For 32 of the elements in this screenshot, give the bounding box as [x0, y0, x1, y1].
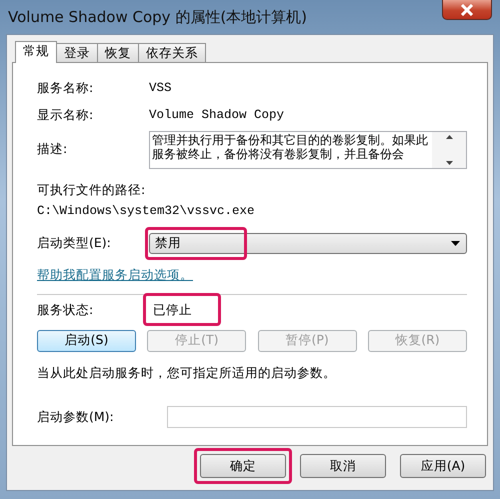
- service-control-button[interactable]: 启动(S): [37, 330, 136, 352]
- dropdown-value: 禁用: [154, 234, 182, 252]
- field-label: 启动类型(E):: [37, 234, 112, 252]
- scroll-down-icon[interactable]: [446, 160, 452, 164]
- parameters-field[interactable]: [167, 406, 467, 428]
- close-button[interactable]: [442, 0, 492, 20]
- close-icon: [460, 4, 474, 16]
- tab[interactable]: 登录: [56, 43, 98, 62]
- dialog-button[interactable]: 确定: [200, 454, 286, 478]
- path-value: C:\Windows\system32\vssvc.exe: [37, 203, 256, 220]
- status-value: 已停止: [152, 302, 193, 317]
- help-link[interactable]: 帮助我配置服务启动选项。: [37, 266, 193, 285]
- description-text: 管理并执行用于备份和其它目的的卷影复制。如果此服务被终止，备份将没有卷影复制，并且备份会: [151, 132, 429, 162]
- field-label: 启动参数(M):: [37, 408, 114, 426]
- window-title: Volume Shadow Copy 的属性(本地计算机): [7, 7, 308, 28]
- scroll-up-icon[interactable]: [446, 134, 452, 138]
- field-value: Volume Shadow Copy: [149, 106, 284, 124]
- start-hint: 当从此处启动服务时，您可指定所适用的启动参数。: [37, 364, 337, 382]
- tab[interactable]: 依存关系: [138, 43, 206, 62]
- description-box[interactable]: 管理并执行用于备份和其它目的的卷影复制。如果此服务被终止，备份将没有卷影复制，并且备份会: [149, 130, 467, 168]
- field-label: 描述:: [37, 140, 68, 158]
- field-value: VSS: [149, 80, 172, 97]
- tab[interactable]: 常规: [15, 41, 57, 63]
- path-label: 可执行文件的路径:: [37, 180, 146, 198]
- field-label: 服务名称:: [37, 79, 94, 97]
- caret-icon: [451, 241, 460, 246]
- startup-type-dropdown[interactable]: 禁用: [149, 233, 467, 254]
- field-label: 显示名称:: [37, 106, 94, 124]
- field-label: 服务状态:: [37, 300, 94, 319]
- dialog-button[interactable]: 应用(A): [400, 454, 486, 478]
- dialog-button[interactable]: 取消: [300, 454, 386, 478]
- tab[interactable]: 恢复: [97, 43, 139, 62]
